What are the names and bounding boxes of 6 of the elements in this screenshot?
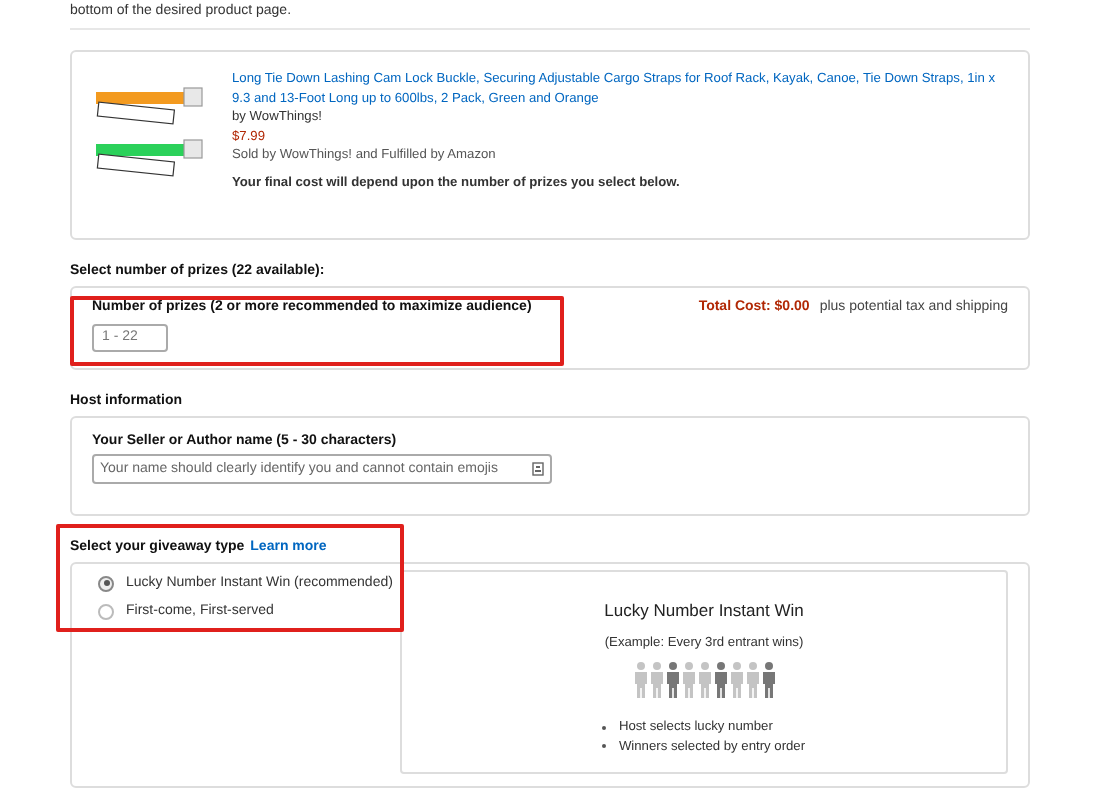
preview-title: Lucky Number Instant Win bbox=[604, 600, 804, 620]
contact-card-icon[interactable] bbox=[532, 462, 544, 476]
bullet-icon bbox=[602, 744, 607, 749]
bullet-icon bbox=[602, 725, 607, 730]
radio-button[interactable] bbox=[98, 575, 114, 591]
radio-button[interactable] bbox=[98, 603, 114, 619]
